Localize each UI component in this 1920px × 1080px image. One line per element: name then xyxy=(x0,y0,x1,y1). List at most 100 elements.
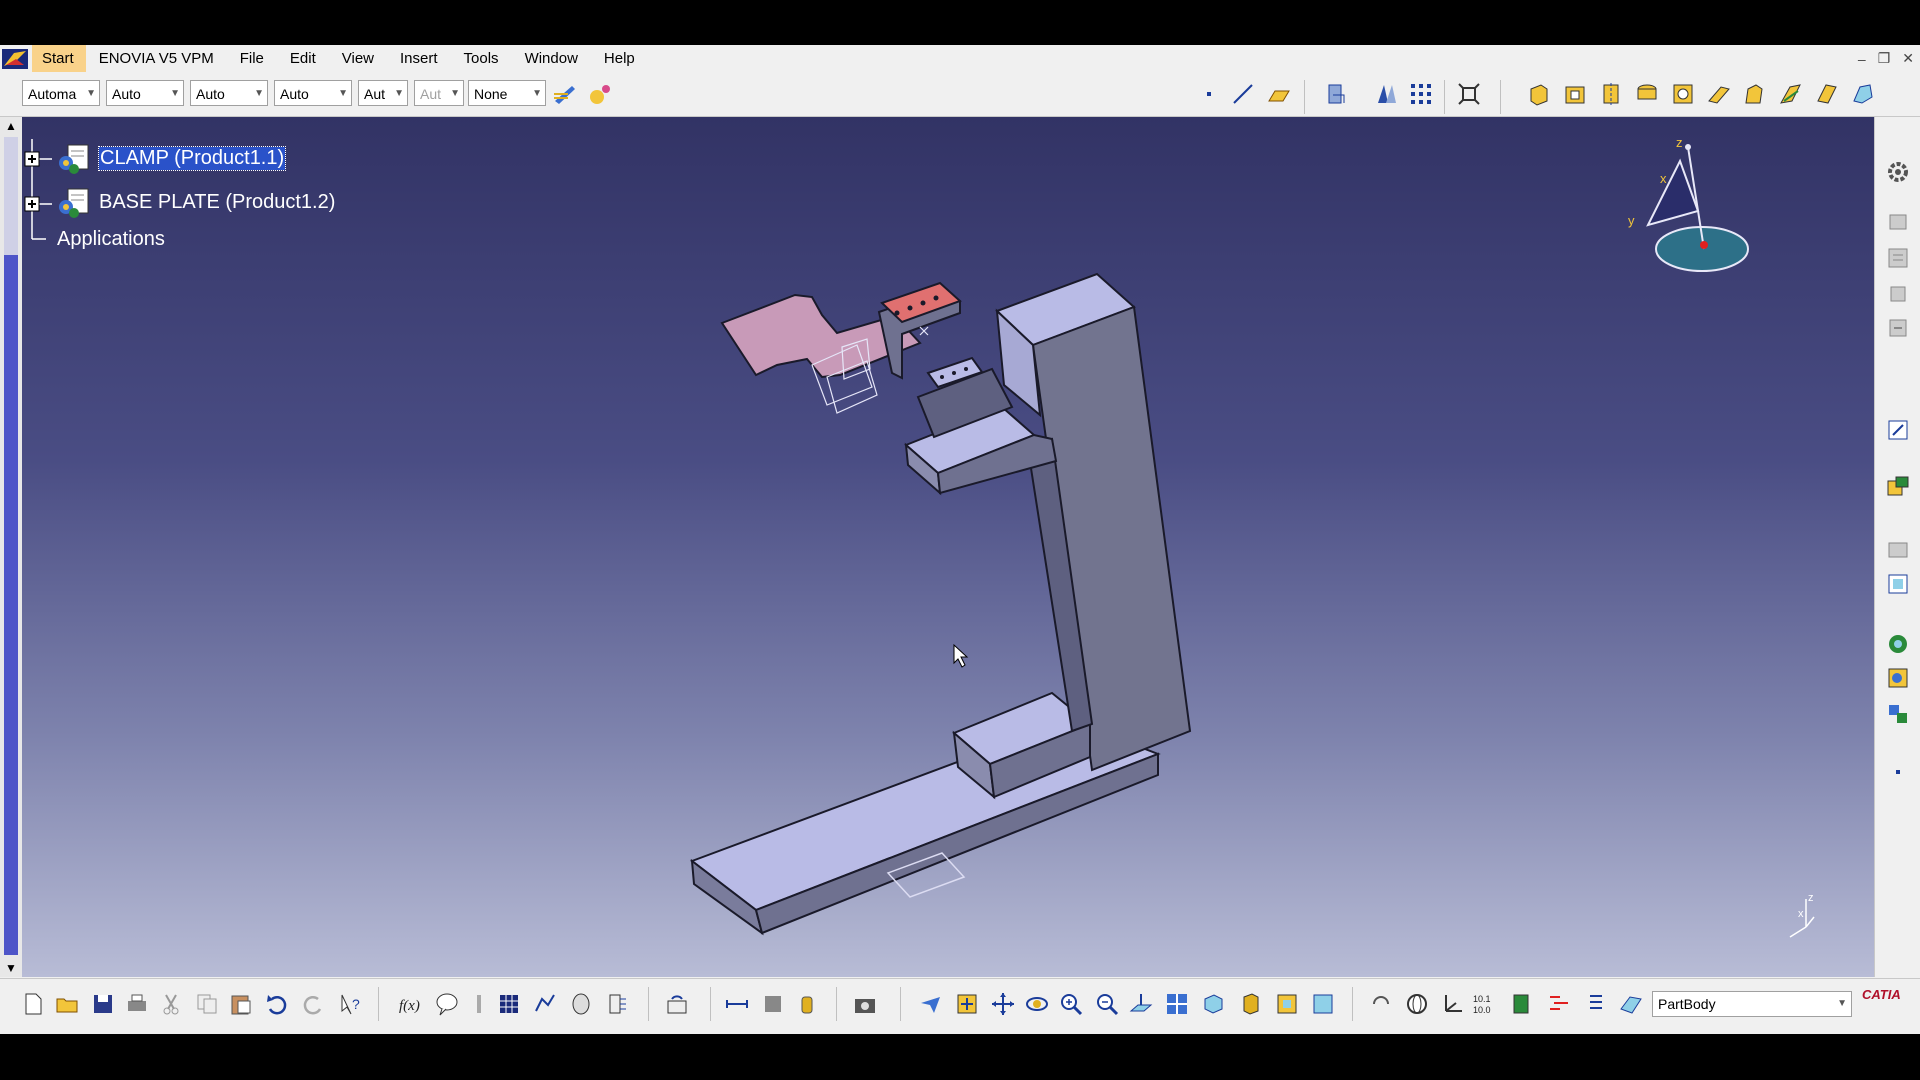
print-icon[interactable] xyxy=(124,991,150,1017)
paste-icon[interactable] xyxy=(228,991,254,1017)
3d-viewport[interactable]: CLAMP (Product1.1) BASE PLATE (Product1.… xyxy=(22,117,1874,977)
dress-up-icon[interactable] xyxy=(1885,245,1911,271)
new-document-icon[interactable] xyxy=(20,991,46,1017)
view-compass-icon[interactable]: z x y xyxy=(1622,137,1762,297)
point-combo[interactable]: Aut ▼ xyxy=(358,80,408,106)
menu-tools[interactable]: Tools xyxy=(451,45,512,72)
rib-icon[interactable] xyxy=(1670,81,1696,107)
thickness-combo[interactable]: Auto ▼ xyxy=(274,80,352,106)
properties-icon[interactable] xyxy=(588,81,614,107)
formula-icon[interactable]: f(x) xyxy=(398,991,424,1017)
menu-file[interactable]: File xyxy=(227,45,277,72)
remove-multi-section-icon[interactable] xyxy=(1814,81,1840,107)
update-icon[interactable] xyxy=(664,991,690,1017)
normal-view-icon[interactable] xyxy=(1128,991,1154,1017)
analysis-icon[interactable] xyxy=(1324,81,1350,107)
minimize-button[interactable]: – xyxy=(1858,51,1866,67)
multi-view-icon[interactable] xyxy=(1164,991,1190,1017)
part-body-icon[interactable] xyxy=(1508,991,1534,1017)
line-icon[interactable] xyxy=(1230,81,1256,107)
catalog-browser-icon[interactable] xyxy=(1885,665,1911,691)
design-table-icon[interactable] xyxy=(496,991,522,1017)
menu-enovia[interactable]: ENOVIA V5 VPM xyxy=(86,45,227,72)
current-body-combo[interactable]: PartBody ▼ xyxy=(1652,991,1852,1017)
pocket-icon[interactable] xyxy=(1562,81,1588,107)
stiffener-icon[interactable] xyxy=(1742,81,1768,107)
rotate-icon[interactable] xyxy=(1024,991,1050,1017)
scrollbar-track[interactable] xyxy=(4,137,18,955)
insert-body-icon[interactable] xyxy=(1885,473,1911,499)
hole-icon[interactable] xyxy=(1634,81,1660,107)
measure-item-icon[interactable] xyxy=(1885,571,1911,597)
sketch-icon[interactable] xyxy=(1885,417,1911,443)
tree-reorder-icon[interactable] xyxy=(1546,991,1572,1017)
linetype-combo[interactable]: Auto ▼ xyxy=(190,80,268,106)
pad-icon[interactable] xyxy=(1526,81,1552,107)
scroll-up-arrow-icon[interactable]: ▲ xyxy=(4,119,18,133)
zoom-in-icon[interactable] xyxy=(1058,991,1084,1017)
knowledge-advisor-icon[interactable] xyxy=(604,991,630,1017)
comment-icon[interactable] xyxy=(434,991,460,1017)
menu-insert[interactable]: Insert xyxy=(387,45,451,72)
point-icon[interactable] xyxy=(1196,81,1222,107)
column-part[interactable] xyxy=(904,272,1192,800)
grid-icon[interactable] xyxy=(1408,81,1434,107)
catia-logo-icon[interactable] xyxy=(2,48,28,69)
close-button[interactable]: ✕ xyxy=(1902,50,1914,67)
hide-show-icon[interactable] xyxy=(1274,991,1300,1017)
swap-visible-space-icon[interactable] xyxy=(1310,991,1336,1017)
boolean-icon[interactable] xyxy=(1885,315,1911,341)
axis-system-icon[interactable] xyxy=(1440,991,1466,1017)
compass-tool-icon[interactable] xyxy=(1374,81,1400,107)
multi-section-solid-icon[interactable] xyxy=(1778,81,1804,107)
sketch-based-icon[interactable] xyxy=(1885,209,1911,235)
zoom-out-icon[interactable] xyxy=(1094,991,1120,1017)
fly-mode-icon[interactable] xyxy=(918,991,944,1017)
save-icon[interactable] xyxy=(90,991,116,1017)
menu-help[interactable]: Help xyxy=(591,45,648,72)
units-icon[interactable]: 10.110.0 xyxy=(1472,991,1498,1017)
gear-icon[interactable] xyxy=(1885,159,1911,185)
knowledge-icon[interactable] xyxy=(1885,701,1911,727)
whats-this-icon[interactable]: ? xyxy=(338,991,364,1017)
solid-combine-icon[interactable] xyxy=(1850,81,1876,107)
capture-camera-icon[interactable] xyxy=(852,991,878,1017)
surface-icon[interactable] xyxy=(1618,991,1644,1017)
open-folder-icon[interactable] xyxy=(54,991,80,1017)
fit-all-in-icon[interactable] xyxy=(954,991,980,1017)
menu-window[interactable]: Window xyxy=(512,45,591,72)
measure-between-icon[interactable] xyxy=(724,991,750,1017)
restore-button[interactable]: ❐ xyxy=(1878,50,1891,67)
plane-icon[interactable] xyxy=(1266,81,1292,107)
list-icon[interactable] xyxy=(1582,991,1608,1017)
color-combo[interactable]: Automa ▼ xyxy=(22,80,100,106)
menu-start[interactable]: Start xyxy=(32,45,86,72)
pan-icon[interactable] xyxy=(990,991,1016,1017)
transparency-combo[interactable]: Auto ▼ xyxy=(106,80,184,106)
shaft-icon[interactable] xyxy=(1598,81,1624,107)
scroll-down-arrow-icon[interactable]: ▼ xyxy=(4,961,18,975)
reorder-icon[interactable] xyxy=(1368,991,1394,1017)
point-small-icon[interactable] xyxy=(1885,759,1911,785)
law-icon[interactable] xyxy=(532,991,558,1017)
catalog-icon[interactable] xyxy=(568,991,594,1017)
fit-all-icon[interactable] xyxy=(1456,81,1482,107)
clamp-part[interactable] xyxy=(720,281,984,389)
mass-icon[interactable] xyxy=(794,991,820,1017)
menu-edit[interactable]: Edit xyxy=(277,45,329,72)
shading-icon[interactable] xyxy=(1238,991,1264,1017)
painter-icon[interactable] xyxy=(552,81,578,107)
apply-material-icon[interactable] xyxy=(1885,631,1911,657)
scrollbar-thumb[interactable] xyxy=(4,137,18,255)
slot-icon[interactable] xyxy=(1706,81,1732,107)
menu-view[interactable]: View xyxy=(329,45,387,72)
render-style-combo[interactable]: None ▼ xyxy=(468,80,546,106)
undo-icon[interactable] xyxy=(264,991,290,1017)
globe-icon[interactable] xyxy=(1404,991,1430,1017)
tree-scrollbar[interactable]: ▲ ▼ xyxy=(0,117,22,977)
transformation-icon[interactable] xyxy=(1885,281,1911,307)
3d-model-scene[interactable] xyxy=(22,117,1874,977)
copy-icon[interactable] xyxy=(194,991,220,1017)
cut-icon[interactable] xyxy=(158,991,184,1017)
isometric-view-icon[interactable] xyxy=(1200,991,1226,1017)
